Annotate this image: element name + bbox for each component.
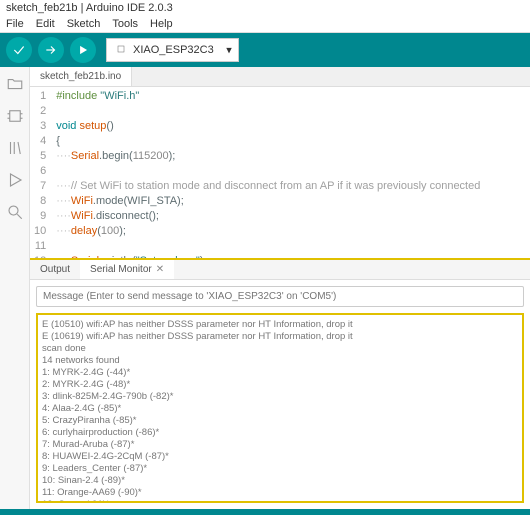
board-name: XIAO_ESP32C3 <box>133 44 214 56</box>
chip-icon <box>115 43 127 58</box>
folder-icon[interactable] <box>6 75 24 93</box>
line-gutter: 1234567891011121314 <box>30 87 52 258</box>
menu-file[interactable]: File <box>6 18 24 30</box>
window-title: sketch_feb21b | Arduino IDE 2.0.3 <box>0 0 530 16</box>
debug-icon[interactable] <box>6 171 24 189</box>
serial-message-input[interactable] <box>36 286 524 307</box>
editor-tabs: sketch_feb21b.ino <box>30 67 530 87</box>
menu-edit[interactable]: Edit <box>36 18 55 30</box>
verify-button[interactable] <box>6 37 32 63</box>
serial-output[interactable]: E (10510) wifi:AP has neither DSSS param… <box>36 313 524 503</box>
board-manager-icon[interactable] <box>6 107 24 125</box>
serial-monitor-tab[interactable]: Serial Monitor✕ <box>80 260 174 279</box>
chevron-down-icon: ▾ <box>226 44 232 57</box>
menu-bar: File Edit Sketch Tools Help <box>0 16 530 33</box>
menu-sketch[interactable]: Sketch <box>67 18 101 30</box>
code-editor[interactable]: 1234567891011121314 #include "WiFi.h" vo… <box>30 87 530 258</box>
library-icon[interactable] <box>6 139 24 157</box>
status-bar <box>0 509 530 515</box>
menu-help[interactable]: Help <box>150 18 173 30</box>
search-icon[interactable] <box>6 203 24 221</box>
sidebar <box>0 67 30 509</box>
menu-tools[interactable]: Tools <box>112 18 138 30</box>
bottom-panel: Output Serial Monitor✕ E (10510) wifi:AP… <box>30 258 530 509</box>
file-tab[interactable]: sketch_feb21b.ino <box>30 67 132 86</box>
close-icon[interactable]: ✕ <box>156 264 164 275</box>
toolbar: XIAO_ESP32C3 ▾ <box>0 33 530 67</box>
output-tab[interactable]: Output <box>30 260 80 279</box>
board-selector[interactable]: XIAO_ESP32C3 ▾ <box>106 38 239 62</box>
upload-button[interactable] <box>38 37 64 63</box>
debug-button[interactable] <box>70 37 96 63</box>
code-content: #include "WiFi.h" void setup() { ····Ser… <box>52 87 484 258</box>
